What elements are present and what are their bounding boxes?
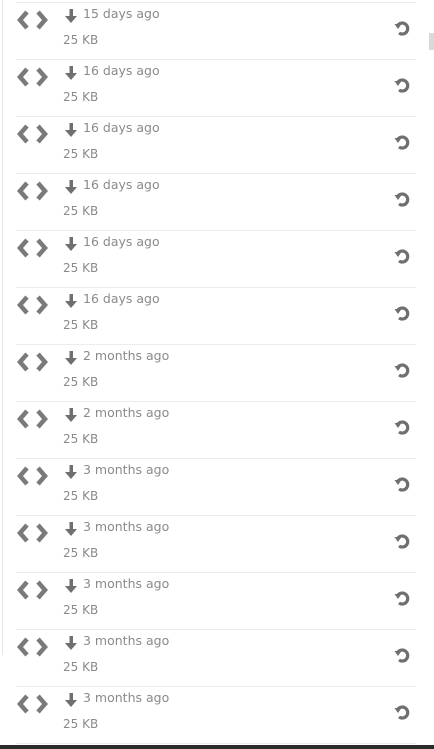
code-icon [17,352,48,372]
arrow-down-icon [65,351,77,365]
code-icon [17,637,48,657]
restore-icon[interactable] [394,20,410,36]
revision-time: 2 months ago [83,405,170,420]
revision-size: 25 KB [63,204,99,218]
revision-size: 25 KB [63,603,99,617]
code-icon [17,67,48,87]
revision-time: 15 days ago [83,6,160,21]
revision-row[interactable]: 2 months ago 25 KB [16,345,416,402]
restore-icon[interactable] [394,362,410,378]
revision-time: 2 months ago [83,348,170,363]
bottom-bar [0,745,434,749]
revision-time: 16 days ago [83,63,160,78]
code-icon [17,409,48,429]
restore-icon[interactable] [394,305,410,321]
revision-time: 3 months ago [83,519,170,534]
restore-icon[interactable] [394,419,410,435]
restore-icon[interactable] [394,77,410,93]
revision-time: 16 days ago [83,234,160,249]
revision-size: 25 KB [63,90,99,104]
revision-row[interactable]: 16 days ago 25 KB [16,174,416,231]
code-icon [17,181,48,201]
code-icon [17,580,48,600]
revision-size: 25 KB [63,546,99,560]
revision-size: 25 KB [63,660,99,674]
revision-row[interactable]: 3 months ago 25 KB [16,573,416,630]
revision-row[interactable]: 2 months ago 25 KB [16,402,416,459]
restore-icon[interactable] [394,590,410,606]
arrow-down-icon [65,9,77,23]
arrow-down-icon [65,237,77,251]
revision-row[interactable]: 16 days ago 25 KB [16,117,416,174]
revision-row[interactable]: 3 months ago 25 KB [16,630,416,687]
revision-row[interactable]: 16 days ago 25 KB [16,231,416,288]
revision-size: 25 KB [63,717,99,731]
revision-size: 25 KB [63,432,99,446]
arrow-down-icon [65,180,77,194]
revision-list: 15 days ago 25 KB 16 days ago 25 KB 16 d… [16,2,416,744]
revision-size: 25 KB [63,489,99,503]
code-icon [17,694,48,714]
arrow-down-icon [65,522,77,536]
arrow-down-icon [65,693,77,707]
revision-time: 3 months ago [83,576,170,591]
revision-row[interactable]: 3 months ago 25 KB [16,459,416,516]
code-icon [17,466,48,486]
restore-icon[interactable] [394,191,410,207]
arrow-down-icon [65,579,77,593]
revision-time: 3 months ago [83,690,170,705]
arrow-down-icon [65,465,77,479]
revision-size: 25 KB [63,33,99,47]
arrow-down-icon [65,408,77,422]
revision-time: 3 months ago [83,633,170,648]
code-icon [17,238,48,258]
revision-row[interactable]: 16 days ago 25 KB [16,288,416,345]
code-icon [17,295,48,315]
restore-icon[interactable] [394,704,410,720]
revision-time: 16 days ago [83,177,160,192]
arrow-down-icon [65,66,77,80]
restore-icon[interactable] [394,533,410,549]
code-icon [17,10,48,30]
revision-size: 25 KB [63,261,99,275]
revision-time: 16 days ago [83,120,160,135]
arrow-down-icon [65,636,77,650]
revision-time: 3 months ago [83,462,170,477]
scrollbar-thumb[interactable] [429,33,434,50]
code-icon [17,523,48,543]
revision-row[interactable]: 3 months ago 25 KB [16,516,416,573]
panel-border [2,0,3,655]
revision-size: 25 KB [63,147,99,161]
restore-icon[interactable] [394,476,410,492]
restore-icon[interactable] [394,134,410,150]
arrow-down-icon [65,123,77,137]
restore-icon[interactable] [394,647,410,663]
revision-size: 25 KB [63,375,99,389]
restore-icon[interactable] [394,248,410,264]
revision-row[interactable]: 3 months ago 25 KB [16,687,416,744]
revision-time: 16 days ago [83,291,160,306]
revision-size: 25 KB [63,318,99,332]
arrow-down-icon [65,294,77,308]
revision-row[interactable]: 15 days ago 25 KB [16,3,416,60]
revision-row[interactable]: 16 days ago 25 KB [16,60,416,117]
code-icon [17,124,48,144]
